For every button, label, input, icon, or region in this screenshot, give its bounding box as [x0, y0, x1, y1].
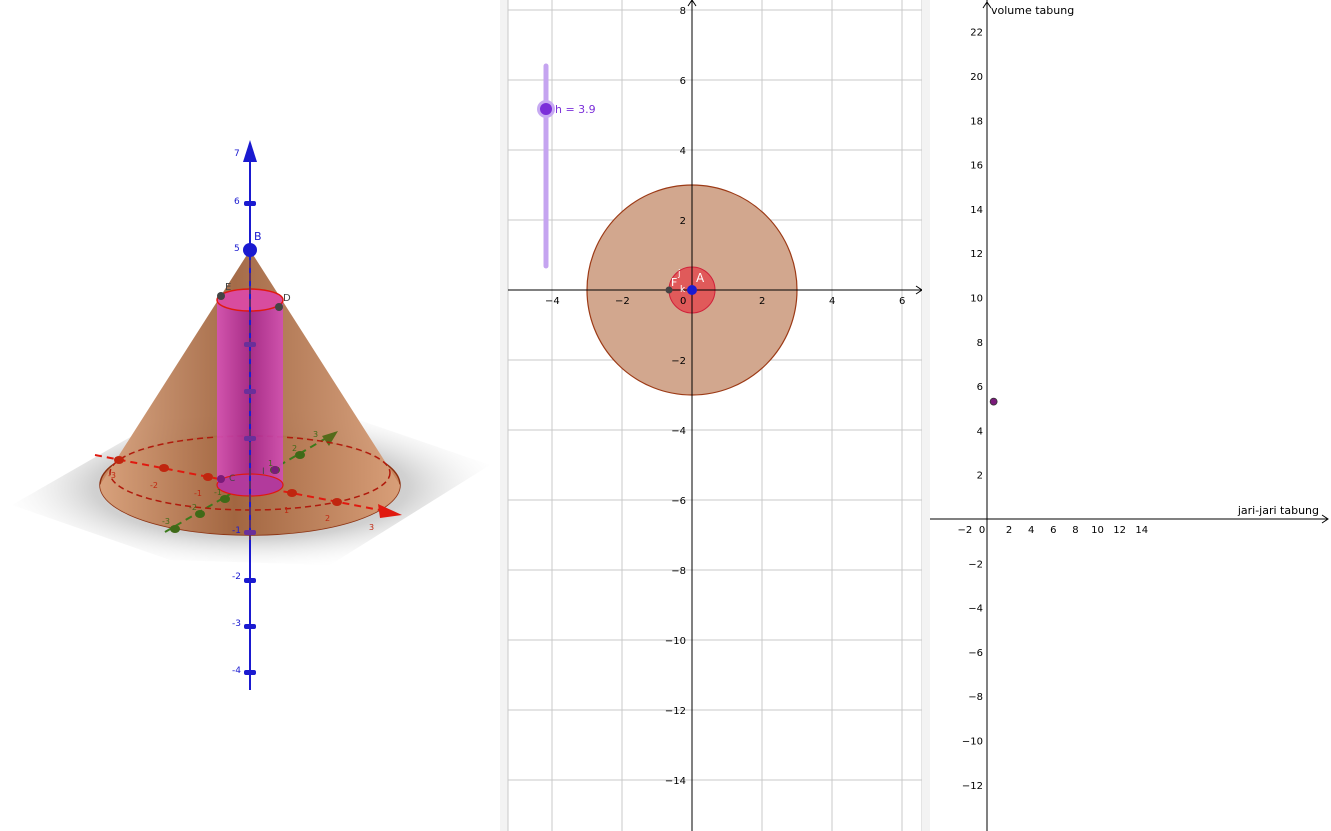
y-tick-label-2d: 2 [680, 216, 686, 227]
y-tick-label-2d: −2 [671, 356, 686, 367]
point-a[interactable] [687, 285, 697, 295]
y-tick-label-graph: −12 [962, 781, 983, 792]
x-tick-label-2d: 2 [759, 296, 765, 307]
y-tick-label-3d: -1 [214, 488, 222, 497]
point-b-label: B [254, 230, 262, 243]
3d-scene[interactable]: 7 6 5 -1 -2 -3 -4 -3 -2 -1 1 2 3 -3 -2 -… [0, 0, 500, 831]
volume-graph[interactable]: volume tabung jari-jari tabung −2 0 2 4 6 8 10… [930, 0, 1331, 831]
point-a-label: A [696, 271, 705, 285]
z-axis-arrow [243, 140, 257, 162]
point-b[interactable] [243, 243, 257, 257]
3d-graphics-view[interactable]: 7 6 5 -1 -2 -3 -4 -3 -2 -1 1 2 3 -3 -2 -… [0, 0, 500, 831]
x-tick-label-2d: −4 [545, 296, 560, 307]
y-tick-label-3d: 3 [313, 430, 318, 439]
grid-2d [507, 0, 923, 831]
h-slider-handle[interactable] [540, 103, 552, 115]
x-tick-label-2d: 6 [899, 296, 905, 307]
x-tick-label-3d: -2 [150, 481, 158, 490]
y-tick-label-2d: −4 [671, 426, 686, 437]
h-slider-label: h = 3.9 [555, 103, 596, 116]
point-d-label: D [283, 293, 291, 304]
x-tick-label-graph: 6 [1050, 525, 1056, 536]
y-tick-label-2d: 4 [680, 146, 686, 157]
y-tick-label-2d: −10 [665, 636, 686, 647]
y-tick-label-graph: 16 [970, 161, 983, 172]
point-i-label: I [262, 467, 265, 477]
x-axis-title: jari-jari tabung [1237, 504, 1319, 517]
y-tick-label-2d: −6 [671, 496, 686, 507]
y-axis-title: volume tabung [991, 4, 1074, 17]
x-tick-label-graph: −2 [958, 525, 973, 536]
volume-data-point[interactable] [989, 397, 998, 406]
2d-graphics-view[interactable]: −4 −2 0 2 4 6 8 6 4 2 −2 −4 −6 −8 −10 −1… [500, 0, 930, 831]
y-tick-label-graph: 12 [970, 249, 983, 260]
segment-k-label: k [680, 285, 686, 295]
x-tick-label-graph: 8 [1072, 525, 1078, 536]
y-tick-label-2d: 6 [680, 76, 686, 87]
x-tick-label-graph: 12 [1113, 525, 1126, 536]
z-tick-label: -3 [232, 619, 241, 629]
x-tick-label-2d: 0 [680, 296, 686, 307]
y-tick-label-3d: 1 [268, 459, 273, 468]
point-e-label: E [225, 282, 231, 293]
x-tick-label-graph: 4 [1028, 525, 1034, 536]
z-tick-label: 7 [234, 149, 240, 159]
point-i[interactable] [271, 466, 279, 474]
2d-plane[interactable]: −4 −2 0 2 4 6 8 6 4 2 −2 −4 −6 −8 −10 −1… [500, 0, 930, 831]
y-tick-labels-graph: 22 20 18 16 14 12 10 8 6 4 2 −2 −4 −6 −8 −10 −12 [962, 28, 983, 792]
x-tick-label-3d: -3 [108, 471, 116, 480]
x-tick-label-3d: 2 [325, 514, 330, 523]
y-tick-label-graph: 20 [970, 72, 983, 83]
segment-j-label: j [677, 269, 681, 279]
x-tick-label-graph: 14 [1135, 525, 1148, 536]
point-f-label: F [671, 276, 677, 289]
x-tick-label-2d: 4 [829, 296, 835, 307]
x-tick-label-3d: -1 [194, 489, 202, 498]
x-tick-label-graph: 2 [1006, 525, 1012, 536]
graphics-view-2[interactable]: volume tabung jari-jari tabung −2 0 2 4 6 8 10… [930, 0, 1331, 831]
y-tick-label-2d: −14 [665, 776, 686, 787]
y-tick-label-graph: −4 [968, 604, 983, 615]
y-tick-label-graph: −2 [968, 559, 983, 570]
z-tick-label: 5 [234, 244, 240, 254]
y-tick-label-2d: −8 [671, 566, 686, 577]
point-e[interactable] [217, 292, 225, 300]
y-tick-label-graph: 6 [977, 382, 983, 393]
y-tick-label-graph: 18 [970, 116, 983, 127]
y-tick-label-graph: 14 [970, 205, 983, 216]
y-tick-label-graph: 22 [970, 28, 983, 39]
y-tick-label-2d: −12 [665, 706, 686, 717]
y-tick-label-3d: 2 [292, 444, 297, 453]
y-tick-label-3d: -2 [189, 503, 197, 512]
point-d[interactable] [275, 303, 283, 311]
panel-divider[interactable] [922, 0, 930, 831]
y-tick-label-graph: −6 [968, 648, 983, 659]
y-tick-label-graph: 8 [977, 338, 983, 349]
y-tick-label-graph: −10 [962, 737, 983, 748]
y-tick-label-graph: 4 [977, 426, 983, 437]
x-tick-label-3d: 1 [284, 506, 289, 515]
x-tick-label-graph: 10 [1091, 525, 1104, 536]
z-tick-label: -2 [232, 572, 241, 582]
z-tick-label: -1 [232, 526, 241, 536]
x-tick-label-graph: 0 [979, 525, 985, 536]
y-tick-label-graph: 10 [970, 294, 983, 305]
y-tick-label-3d: -3 [162, 517, 170, 526]
point-c[interactable] [217, 475, 225, 483]
point-c-label: C [229, 474, 235, 484]
z-tick-label: -4 [232, 666, 241, 676]
x-tick-label-2d: −2 [615, 296, 630, 307]
x-tick-labels-graph: −2 0 2 4 6 8 10 12 14 [958, 525, 1149, 536]
z-tick-label: 6 [234, 197, 240, 207]
y-tick-label-2d: 8 [680, 6, 686, 17]
y-tick-label-graph: −8 [968, 692, 983, 703]
y-tick-label-graph: 2 [977, 471, 983, 482]
x-tick-label-3d: 3 [369, 523, 374, 532]
